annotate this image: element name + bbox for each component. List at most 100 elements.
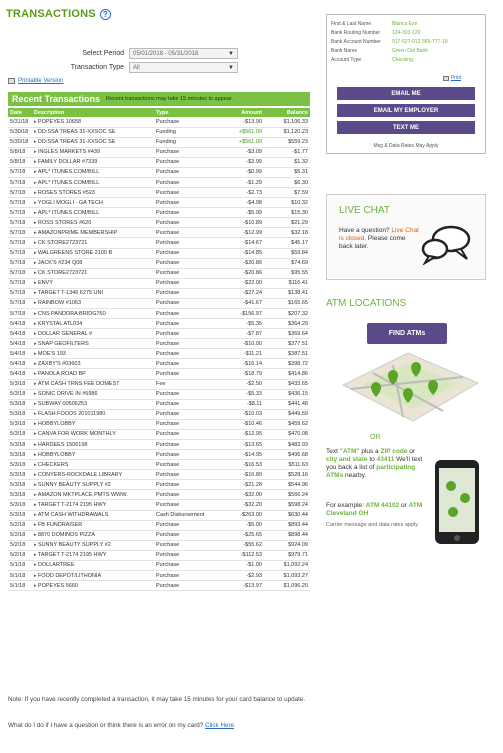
table-row[interactable]: 5/7/18CK STORE2723721Purchase-$20.86$95.… (8, 268, 310, 279)
table-row[interactable]: 5/2/18SUNNY BEAUTY SUPPLY #2Purchase-$55… (8, 540, 310, 551)
table-row[interactable]: 5/3/18TARGET T-2174 2195 HWYPurchase-$32… (8, 499, 310, 511)
table-row[interactable]: 5/2/18FB FUNDRAISERPurchase-$5.00$893.44 (8, 520, 310, 531)
table-row[interactable]: 5/3/18SUBWAY 00506253Purchase-$8.11$441.… (8, 399, 310, 410)
table-row[interactable]: 5/30/18DD:SSA TREAS 31-XXSOC SEFunding+$… (8, 127, 310, 138)
table-row[interactable]: 5/7/18APL* ITUNES.COM/BILLPurchase-$1.29… (8, 177, 310, 189)
cell-description: MOE'S 193 (32, 348, 154, 360)
table-row[interactable]: 5/4/18KRYSTAL ATL034Purchase-$5.35$364.2… (8, 318, 310, 330)
click-here-link[interactable]: Click Here (205, 722, 234, 729)
col-amount: Amount (218, 108, 264, 117)
printable-version-link[interactable]: Printable Version (8, 78, 63, 84)
find-atms-button[interactable]: FIND ATMs (367, 323, 447, 344)
table-row[interactable]: 5/3/18SONIC DRIVE IN #5986Purchase-$5.33… (8, 389, 310, 400)
live-chat-box: LIVE CHAT Have a question? Live Chat is … (326, 194, 486, 280)
table-row[interactable]: 5/3/18CONYERS-ROCKDALE LIBRARYPurchase-$… (8, 469, 310, 481)
type-select[interactable]: All ▼ (129, 62, 238, 73)
table-row[interactable]: 5/3/18SUNNY BEAUTY SUPPLY #2Purchase-$21… (8, 479, 310, 491)
cell-date: 5/4/18 (8, 338, 32, 350)
table-row[interactable]: 5/7/18RAINBOW #1063Purchase-$41.67$165.6… (8, 298, 310, 309)
table-row[interactable]: 5/7/18APL* ITUNES.COM/BILLPurchase-$5.99… (8, 207, 310, 219)
table-row[interactable]: 5/7/18AMAZONPRIME MEMBERSHIPPurchase-$12… (8, 227, 310, 239)
cell-amount: -$5.33 (218, 389, 264, 400)
table-row[interactable]: 5/7/18ROSES STORES #523Purchase-$2.73$7.… (8, 187, 310, 199)
table-row[interactable]: 5/1/18POPEYES 5660Purchase-$13.97$1,096.… (8, 580, 310, 592)
printable-label: Printable Version (18, 78, 64, 84)
table-row[interactable]: 5/1/18FOOD DEPOT/LITHONIAPurchase-$2.93$… (8, 570, 310, 582)
table-row[interactable]: 5/7/18TARGET T-1346 6275 UNIPurchase-$27… (8, 288, 310, 299)
table-row[interactable]: 5/7/18ROSS STORES #620Purchase-$10.89$21… (8, 217, 310, 229)
cell-description: FB FUNDRAISER (32, 520, 154, 531)
table-row[interactable]: 5/3/18AMAZON MKTPLACE PMTS WWW.Purchase-… (8, 489, 310, 501)
table-row[interactable]: 5/2/188870 DOMINOS PIZZAPurchase-$25.65$… (8, 530, 310, 541)
table-row[interactable]: 5/4/18ZAXBY'S #03603Purchase-$16.14$398.… (8, 358, 310, 370)
text-prefix: Text (326, 448, 338, 455)
cell-amount: -$0.99 (218, 167, 264, 178)
table-row[interactable]: 5/3/18FLASH FOODS 201011980Purchase-$10.… (8, 409, 310, 420)
email-employer-button[interactable]: EMAIL MY EMPLOYER (337, 104, 475, 117)
map-illustration (341, 352, 480, 422)
table-row[interactable]: 5/3/18CHECKERSPurchase-$16.53$511.63 (8, 459, 310, 471)
table-row[interactable]: 5/7/18JACK'S #234 Q08Purchase-$20.86$74.… (8, 258, 310, 269)
cell-type: Purchase (154, 459, 218, 471)
table-row[interactable]: 5/3/18HOBBYLOBBYPurchase-$10.46$459.62 (8, 419, 310, 430)
cell-description: INGLES MARKETS #439 (32, 147, 154, 158)
cell-balance: $893.44 (264, 520, 310, 531)
text-plus: plus a (361, 448, 379, 455)
table-row[interactable]: 5/1/18DOLLARTREEPurchase-$1.00$1,092.24 (8, 560, 310, 572)
cell-description: CONYERS-ROCKDALE LIBRARY (32, 469, 154, 481)
cell-balance: $95.55 (264, 268, 310, 279)
table-row[interactable]: 5/8/18INGLES MARKETS #439Purchase-$3.09-… (8, 147, 310, 158)
print-link[interactable]: Print (442, 75, 461, 81)
cell-date: 5/1/18 (8, 560, 32, 572)
cell-type: Purchase (154, 358, 218, 370)
cell-description: SONIC DRIVE IN #5986 (32, 389, 154, 400)
table-row[interactable]: 5/2/18TARGET T-2174 2195 HWYPurchase-$11… (8, 550, 310, 561)
table-row[interactable]: 5/3/18HOBBYLOBBYPurchase-$14.95$496.68 (8, 449, 310, 461)
example-or: or (401, 502, 407, 509)
cell-type: Purchase (154, 499, 218, 511)
text-me-button[interactable]: TEXT ME (337, 121, 475, 134)
table-row[interactable]: 5/4/18SNAP GEOFILTERSPurchase-$10.00$377… (8, 338, 310, 350)
city-word: city and state (326, 456, 368, 463)
cell-amount: -$10.46 (218, 419, 264, 430)
email-me-button[interactable]: EMAIL ME (337, 87, 475, 100)
table-row[interactable]: 5/3/18ATM CASH WITHDRAWALSCash Disbursem… (8, 510, 310, 521)
cell-date: 5/3/18 (8, 439, 32, 451)
table-row[interactable]: 5/7/18WALGREENS STORE 2100 BPurchase-$14… (8, 248, 310, 259)
cell-type: Purchase (154, 479, 218, 491)
cell-date: 5/7/18 (8, 298, 32, 309)
cell-balance: $1,096.20 (264, 580, 310, 592)
table-row[interactable]: 5/3/18HARDEES 1506198Purchase-$13.65$483… (8, 439, 310, 451)
table-row[interactable]: 5/7/18APL* ITUNES.COM/BILLPurchase-$0.99… (8, 167, 310, 178)
cell-balance: $436.15 (264, 389, 310, 400)
table-row[interactable]: 5/3/18CANVA FOR WORK MONTHLYPurchase-$12… (8, 429, 310, 441)
cell-type: Purchase (154, 318, 218, 330)
cell-date: 5/8/18 (8, 147, 32, 158)
table-row[interactable]: 5/31/18POPEYES 10658Purchase-$13.90$1,10… (8, 117, 310, 128)
type-filter: Transaction Type All ▼ (60, 62, 238, 73)
table-row[interactable]: 5/7/18ENVYPurchase-$22.00$116.41 (8, 278, 310, 289)
cell-balance: $924.09 (264, 540, 310, 551)
account-row: Bank Name Green Dot Bank (327, 46, 485, 55)
cell-date: 5/3/18 (8, 419, 32, 430)
table-row[interactable]: 5/4/18DOLLAR GENERAL #Purchase-$7.87$369… (8, 328, 310, 340)
cell-balance: $414.86 (264, 368, 310, 380)
cell-description: CHECKERS (32, 459, 154, 471)
table-row[interactable]: 5/7/18CNS PANDORA BRIDG760Purchase-$156.… (8, 308, 310, 320)
cell-type: Purchase (154, 258, 218, 269)
table-row[interactable]: 5/3/18ATM CASH TRNS FEE DOMESTFee-$2.50$… (8, 379, 310, 390)
table-row[interactable]: 5/4/18PANOLA ROAD BPPurchase-$18.79$414.… (8, 368, 310, 380)
table-row[interactable]: 5/8/18FAMILY DOLLAR #7339Purchase-$3.99$… (8, 157, 310, 168)
period-select[interactable]: 05/01/2018 - 05/31/2018 ▼ (129, 48, 238, 59)
question-circle-icon[interactable]: ? (99, 8, 111, 20)
cell-amount: -$12.95 (218, 429, 264, 441)
cell-amount: -$16.14 (218, 358, 264, 370)
table-row[interactable]: 5/30/18DD:SSA TREAS 31-XXSOC SEFunding+$… (8, 137, 310, 148)
table-row[interactable]: 5/7/18CK STORE2723721Purchase-$14.67$45.… (8, 237, 310, 249)
table-row[interactable]: 5/4/18MOE'S 193Purchase-$11.21$387.51 (8, 348, 310, 360)
table-row[interactable]: 5/7/18YOGLI MOGLI - GA TECHPurchase-$4.9… (8, 197, 310, 209)
account-value: Blanca Eze (392, 20, 418, 27)
cell-amount: -$7.87 (218, 328, 264, 340)
zip-word: ZIP code (380, 448, 408, 455)
cell-amount: -$14.67 (218, 237, 264, 249)
